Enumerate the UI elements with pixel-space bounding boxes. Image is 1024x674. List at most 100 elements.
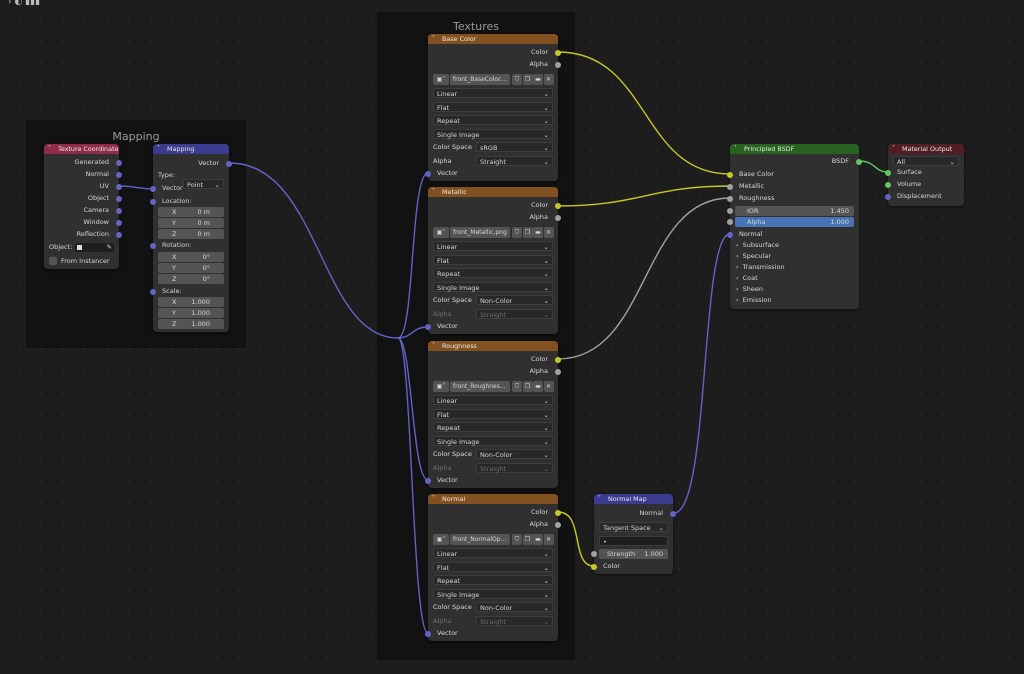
collapse-icon[interactable]: ˅	[598, 494, 601, 504]
ext-dropdown[interactable]: Repeat ⌄	[433, 575, 553, 586]
loc-z-field[interactable]: Z 0 m	[158, 229, 224, 239]
colorspace-dropdown[interactable]: Non-Color ⌄	[476, 602, 553, 612]
fake-user-icon[interactable]: ⛉	[512, 74, 522, 85]
color-socket[interactable]	[591, 563, 597, 570]
camera-socket[interactable]	[116, 207, 122, 214]
collapse-icon[interactable]: ˅	[432, 341, 435, 351]
checkbox-box[interactable]	[49, 257, 57, 265]
panel-specular[interactable]: › Specular	[736, 251, 859, 262]
collapse-icon[interactable]: ˅	[432, 187, 435, 197]
proj-dropdown[interactable]: Flat ⌄	[433, 254, 553, 265]
reflection-socket[interactable]	[116, 231, 122, 238]
ext-dropdown[interactable]: Repeat ⌄	[433, 115, 553, 126]
node-image-texture-roughness[interactable]: ˅ Roughness Color Alpha ▣˅ front_Roughnes... ⛉…	[425, 341, 561, 488]
node-header[interactable]: ˅ Texture Coordinate	[44, 144, 119, 154]
proj-dropdown[interactable]: Flat ⌄	[433, 408, 553, 419]
proj-dropdown[interactable]: Flat ⌄	[433, 561, 553, 572]
object-socket[interactable]	[116, 195, 122, 202]
colorspace-dropdown[interactable]: Non-Color ⌄	[476, 295, 553, 305]
node-header[interactable]: ˅ Principled BSDF	[730, 144, 859, 154]
fake-user-icon[interactable]: ⛉	[512, 381, 522, 392]
collapse-icon[interactable]: ˅	[157, 144, 160, 154]
close-icon[interactable]: ✕	[543, 534, 554, 545]
normal-socket[interactable]	[727, 231, 733, 238]
collapse-icon[interactable]: ˅	[432, 34, 435, 44]
panel-coat[interactable]: › Coat	[736, 273, 859, 284]
color-socket[interactable]	[555, 49, 561, 56]
duplicate-icon[interactable]: ❐	[522, 74, 533, 85]
node-header[interactable]: ˅ Normal Map	[594, 494, 673, 504]
scl-y-field[interactable]: Y 1.000	[158, 308, 224, 318]
node-header[interactable]: ˅ Material Output	[888, 144, 964, 154]
node-principled-bsdf[interactable]: ˅ Principled BSDF BSDF Base Color Metalli…	[727, 144, 862, 309]
node-image-texture-base-color[interactable]: ˅ Base Color Color Alpha ▣˅ front_BaseColor..…	[425, 34, 561, 181]
object-field[interactable]: Object: ✎	[49, 243, 114, 253]
vector-socket[interactable]	[425, 477, 431, 484]
eyedropper-icon[interactable]: ✎	[107, 243, 112, 251]
scale-socket[interactable]	[150, 288, 156, 295]
location-socket[interactable]	[150, 198, 156, 205]
node-header[interactable]: ˅ Mapping	[153, 144, 229, 154]
alpha-socket[interactable]	[555, 521, 561, 528]
alpha-field[interactable]: Alpha 1.000	[735, 217, 854, 227]
folder-icon[interactable]: ▬	[533, 74, 543, 85]
image-browse-icon[interactable]: ▣˅	[433, 381, 449, 392]
strength-field[interactable]: Strength 1.000	[599, 549, 668, 559]
vector-socket[interactable]	[425, 630, 431, 637]
node-mapping[interactable]: ˅ Mapping Vector Type: Point ⌄ Vector Loca…	[150, 144, 232, 332]
duplicate-icon[interactable]: ❐	[522, 381, 533, 392]
node-normal-map[interactable]: ˅ Normal Map Normal Tangent Space ⌄ • Stre…	[591, 494, 676, 574]
folder-icon[interactable]: ▬	[533, 227, 543, 238]
vector-socket[interactable]	[150, 185, 156, 192]
image-selector[interactable]: ▣˅ front_BaseColor.... ⛉ ❐ ▬ ✕	[433, 74, 554, 85]
colorspace-dropdown[interactable]: Non-Color ⌄	[476, 449, 553, 459]
close-icon[interactable]: ✕	[543, 381, 554, 392]
node-texture-coordinate[interactable]: ˅ Texture Coordinate Generated Normal UV Obj…	[44, 144, 122, 269]
close-icon[interactable]: ✕	[543, 227, 554, 238]
image-selector[interactable]: ▣˅ front_Metallic.png ⛉ ❐ ▬ ✕	[433, 227, 554, 238]
image-selector[interactable]: ▣˅ front_Roughnes... ⛉ ❐ ▬ ✕	[433, 381, 554, 392]
colorspace-dropdown[interactable]: sRGB ⌄	[476, 142, 553, 152]
image-name-field[interactable]: front_BaseColor....	[450, 74, 510, 85]
surface-socket[interactable]	[885, 169, 891, 176]
normal-socket[interactable]	[116, 171, 122, 178]
node-header[interactable]: ˅ Metallic	[428, 187, 558, 197]
color-socket[interactable]	[555, 509, 561, 516]
color-socket[interactable]	[555, 202, 561, 209]
collapse-icon[interactable]: ˅	[48, 144, 51, 154]
from-instancer-checkbox[interactable]: From Instancer	[49, 257, 110, 265]
scl-x-field[interactable]: X 1.000	[158, 297, 224, 307]
image-name-field[interactable]: front_NormalOp...	[450, 534, 510, 545]
image-browse-icon[interactable]: ▣˅	[433, 74, 449, 85]
rotation-socket[interactable]	[150, 242, 156, 249]
color-socket[interactable]	[555, 356, 561, 363]
source-dropdown[interactable]: Single Image ⌄	[433, 128, 553, 139]
loc-x-field[interactable]: X 0 m	[158, 207, 224, 217]
collapse-icon[interactable]: ˅	[432, 494, 435, 504]
window-socket[interactable]	[116, 219, 122, 226]
interp-dropdown[interactable]: Linear ⌄	[433, 88, 553, 98]
rot-z-field[interactable]: Z 0°	[158, 274, 224, 284]
normal-socket[interactable]	[670, 510, 676, 517]
collapse-icon[interactable]: ˅	[892, 144, 895, 154]
duplicate-icon[interactable]: ❐	[522, 534, 533, 545]
image-name-field[interactable]: front_Metallic.png	[450, 227, 510, 238]
source-dropdown[interactable]: Single Image ⌄	[433, 281, 553, 292]
ior-socket[interactable]	[727, 208, 733, 214]
generated-socket[interactable]	[116, 159, 122, 166]
target-dropdown[interactable]: All ⌄	[893, 156, 959, 166]
metallic-socket[interactable]	[727, 183, 733, 190]
alpha-mode-dropdown[interactable]: Straight ⌄	[476, 156, 553, 166]
vector-socket[interactable]	[226, 160, 232, 167]
collapse-icon[interactable]: ˅	[734, 144, 737, 154]
panel-subsurface[interactable]: › Subsurface	[736, 240, 859, 251]
duplicate-icon[interactable]: ❐	[522, 227, 533, 238]
interp-dropdown[interactable]: Linear ⌄	[433, 548, 553, 558]
rot-x-field[interactable]: X 0°	[158, 252, 224, 262]
alpha-socket[interactable]	[555, 61, 561, 68]
fake-user-icon[interactable]: ⛉	[512, 534, 522, 545]
volume-socket[interactable]	[885, 181, 891, 188]
interp-dropdown[interactable]: Linear ⌄	[433, 241, 553, 251]
folder-icon[interactable]: ▬	[533, 381, 543, 392]
panel-transmission[interactable]: › Transmission	[736, 262, 859, 273]
